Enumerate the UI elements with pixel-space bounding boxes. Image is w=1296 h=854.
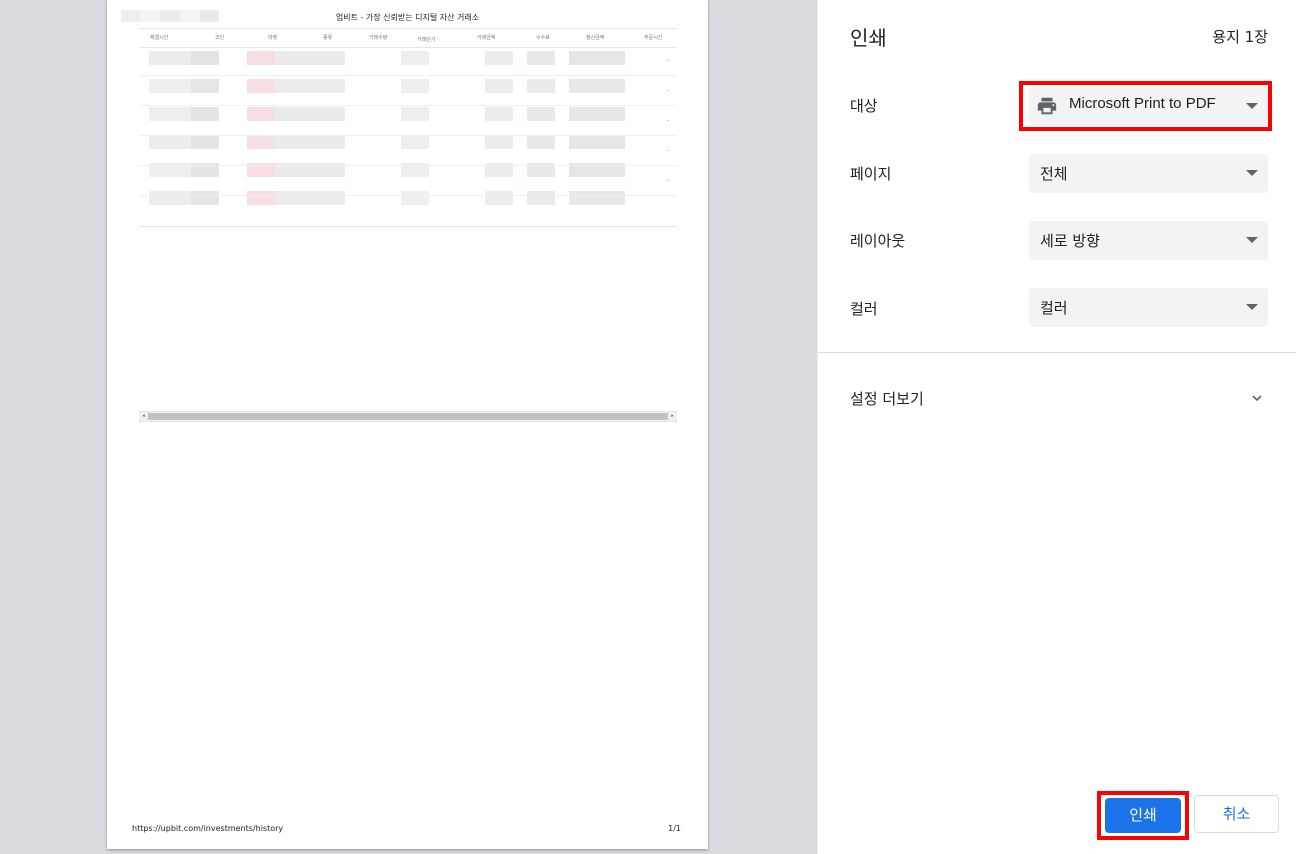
dropdown-caret-icon: [1246, 170, 1258, 176]
blurred-table-row: [149, 79, 627, 93]
row-dash: -: [666, 117, 669, 124]
footer-url: https://upbit.com/investments/history: [132, 824, 284, 833]
layout-value: 세로 방향: [1040, 232, 1100, 250]
table-header-cell: 거래단가: [417, 37, 436, 43]
row-dash: -: [666, 57, 669, 64]
table-header-cell: 거래금액: [477, 35, 496, 41]
trade-history-table: 체결시간 코인 마켓 종류 거래수량 거래단가 거래금액 수수료 정산금액 주문…: [139, 28, 677, 227]
destination-select[interactable]: Microsoft Print to PDF: [1029, 87, 1268, 125]
row-divider: [139, 165, 677, 166]
print-button[interactable]: 인쇄: [1105, 798, 1181, 833]
preview-page: 업비트 - 가장 신뢰받는 디지털 자산 거래소 체결시간 코인 마켓 종류 거…: [107, 0, 708, 849]
more-settings-toggle[interactable]: 설정 더보기: [818, 380, 1296, 416]
blurred-table-row: [149, 107, 627, 121]
row-dash: -: [666, 177, 669, 184]
cancel-button[interactable]: 취소: [1194, 795, 1279, 833]
dropdown-caret-icon: [1246, 103, 1258, 109]
sheet-count: 용지 1장: [1212, 28, 1268, 46]
layout-select[interactable]: 세로 방향: [1029, 221, 1268, 260]
layout-label: 레이아웃: [850, 232, 906, 250]
more-settings-label: 설정 더보기: [850, 390, 924, 408]
section-divider: [818, 352, 1296, 353]
printer-icon: [1037, 97, 1057, 115]
color-value: 컬러: [1040, 299, 1068, 317]
pages-label: 페이지: [850, 165, 892, 183]
chevron-down-icon: [1252, 395, 1262, 402]
preview-page-title: 업비트 - 가장 신뢰받는 디지털 자산 거래소: [335, 13, 480, 22]
row-divider: [139, 195, 677, 196]
blurred-table-row: [149, 51, 627, 65]
scroll-right-icon: ▸: [671, 413, 674, 419]
pages-value: 전체: [1040, 165, 1068, 183]
color-label: 컬러: [850, 300, 878, 318]
pages-select[interactable]: 전체: [1029, 154, 1268, 193]
row-dash: -: [666, 147, 669, 154]
table-header-cell: 주문시간: [644, 35, 663, 41]
dropdown-caret-icon: [1246, 304, 1258, 310]
color-select[interactable]: 컬러: [1029, 288, 1268, 327]
blurred-table-row: [149, 191, 627, 205]
scroll-left-icon: ◂: [142, 413, 145, 419]
table-header-cell: 정산금액: [586, 35, 605, 41]
table-header-cell: 마켓: [268, 35, 278, 41]
table-header-cell: 코인: [215, 35, 225, 41]
destination-value: Microsoft Print to PDF: [1069, 95, 1216, 112]
horizontal-scrollbar: ◂ ▸: [139, 411, 677, 422]
destination-label: 대상: [850, 97, 878, 115]
blurred-table-row: [149, 135, 627, 149]
row-divider: [139, 135, 677, 136]
table-header: 체결시간 코인 마켓 종류 거래수량 거래단가 거래금액 수수료 정산금액 주문…: [139, 28, 677, 48]
row-dash: -: [666, 87, 669, 94]
dropdown-caret-icon: [1246, 237, 1258, 243]
scrollbar-thumb: [148, 413, 668, 420]
table-header-cell: 수수료: [536, 35, 550, 41]
table-header-cell: 체결시간: [150, 35, 169, 41]
row-divider: [139, 75, 677, 76]
dialog-title: 인쇄: [850, 26, 887, 50]
print-settings-pane: 인쇄 용지 1장 대상 Microsoft Print to PDF 페이지 전…: [817, 0, 1296, 854]
row-divider: [139, 105, 677, 106]
table-header-cell: 거래수량: [369, 35, 388, 41]
print-preview-pane: 업비트 - 가장 신뢰받는 디지털 자산 거래소 체결시간 코인 마켓 종류 거…: [0, 0, 817, 854]
footer-page-number: 1/1: [668, 824, 681, 833]
table-header-cell: 종류: [323, 35, 333, 41]
table-bottom-border: [139, 226, 677, 227]
